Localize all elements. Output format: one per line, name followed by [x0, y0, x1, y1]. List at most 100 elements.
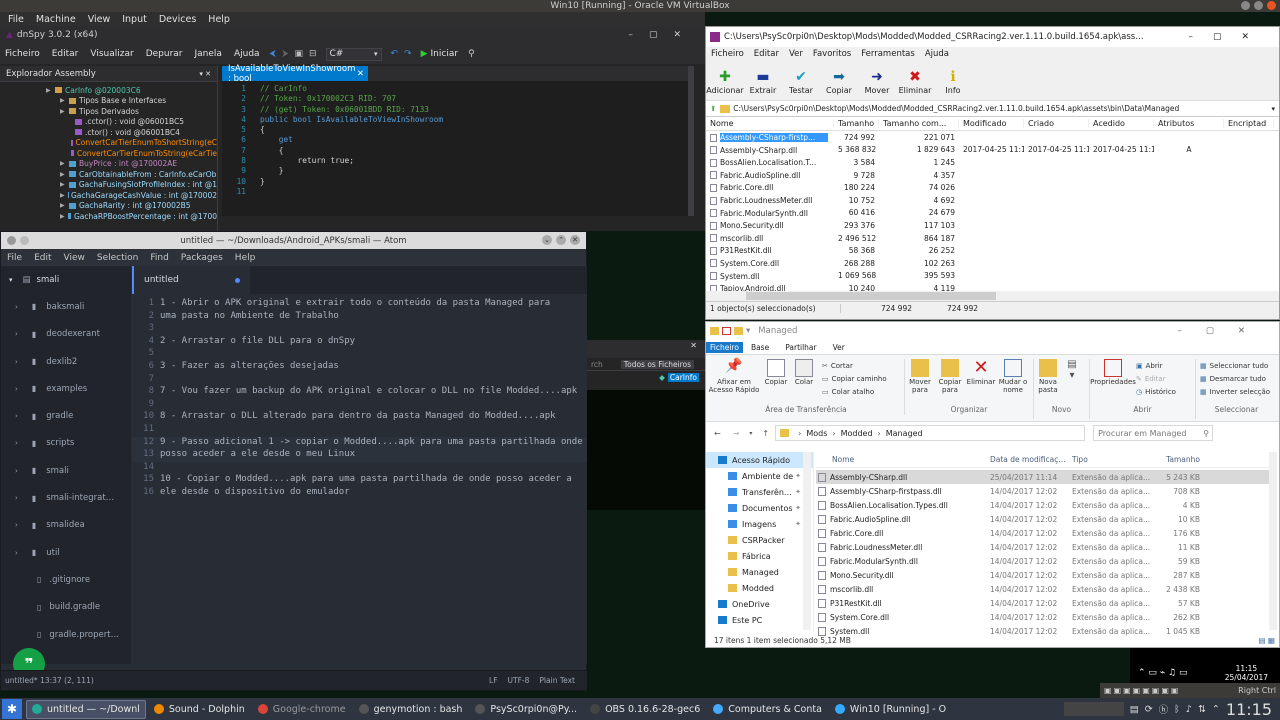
new-folder-button[interactable]: Nova pasta — [1034, 359, 1062, 394]
nav-item[interactable]: Imagens ✦ — [706, 516, 813, 532]
back-icon[interactable]: ← — [714, 429, 721, 438]
taskbar-item[interactable]: Computers & Conta — [708, 700, 827, 719]
toolbar-extrair-button[interactable]: ▬ Extrair — [744, 67, 782, 95]
select-all-button[interactable]: ▦ Seleccionar tudo — [1200, 359, 1277, 372]
tree-item[interactable]: ▶ CarObtainableFrom : CarInfo.eCarOb — [0, 169, 217, 180]
tree-item[interactable]: ▶ BuyPrice : int @170002AE — [0, 159, 217, 170]
vbox-menu-item[interactable]: File — [8, 14, 24, 25]
file-row[interactable]: Fabric.AudioSpline.dll 14/04/2017 12:02 Ex… — [816, 512, 1271, 526]
editor-line[interactable]: 16 ele desde o dispositivo do emulador — [132, 487, 587, 500]
taskbar-item[interactable]: Sound - Dolphin — [149, 700, 250, 719]
file-row[interactable]: Fabric.ModularSynth.dll 60 416 24 679 — [706, 206, 1279, 220]
volume-icon[interactable]: ♪ — [1186, 704, 1192, 715]
tree-folder[interactable]: › ▮ smalidea — [1, 512, 131, 539]
view-toggle-icon[interactable]: ▤ ▦ — [1258, 636, 1275, 645]
update-icon[interactable]: ⟳ — [1145, 704, 1153, 715]
breadcrumb-item[interactable]: Managed — [886, 429, 923, 438]
tree-item[interactable]: ▶ CarInfo @020003C6 — [0, 85, 217, 96]
address-field[interactable]: C:\Users\PsySc0rpi0n\Desktop\Mods\Modded… — [733, 104, 1253, 113]
nav-scrollbar[interactable] — [803, 452, 811, 630]
breadcrumb-item[interactable]: Modded — [841, 429, 873, 438]
file-row[interactable]: Fabric.LoudnessMeter.dll 14/04/2017 12:02… — [816, 540, 1271, 554]
tray-expand-icon[interactable]: ⌃ — [1212, 704, 1220, 715]
file-row[interactable]: Fabric.Core.dll 180 224 74 026 — [706, 181, 1279, 194]
pin-quick-access-button[interactable]: 📌 Afixar em Acesso Rápido — [706, 358, 762, 394]
tree-folder[interactable]: › ▮ baksmali — [1, 293, 131, 320]
nav-item[interactable]: CSRPacker — [706, 532, 813, 548]
taskbar-item[interactable]: Google-chrome — [253, 700, 351, 719]
expand-icon[interactable]: ▶ — [60, 192, 65, 199]
minimize-button[interactable]: ⌄ — [542, 235, 552, 245]
nav-item[interactable]: Este PC — [706, 612, 813, 628]
expand-icon[interactable]: ▶ — [60, 108, 66, 115]
select-none-button[interactable]: ▦ Desmarcar tudo — [1200, 372, 1277, 385]
atom-menu-item[interactable]: Help — [235, 253, 256, 263]
toolbar-testar-button[interactable]: ✔ Testar — [782, 67, 820, 95]
save-icon[interactable]: ⊟ — [309, 49, 317, 59]
taskbar-item[interactable]: genymotion : bash — [354, 700, 468, 719]
undo-icon[interactable]: ↶ — [391, 49, 399, 59]
status-item[interactable]: UTF-8 — [508, 676, 530, 685]
paste-shortcut-button[interactable]: ▭ Colar atalho — [822, 385, 902, 398]
editor-line[interactable]: 9 — [132, 399, 587, 412]
expand-icon[interactable]: ▶ — [60, 202, 66, 209]
history-button[interactable]: ◷ Histórico — [1136, 385, 1194, 398]
dnspy-menu-item[interactable]: Editar — [52, 49, 79, 59]
editor-line[interactable]: 8 7 - Vou fazer um backup do APK original… — [132, 386, 587, 399]
expand-icon[interactable]: ▶ — [60, 181, 66, 188]
tree-folder[interactable]: › ▮ smali-integration-tests — [1, 484, 131, 511]
winrar-menu-item[interactable]: Favoritos — [813, 49, 851, 59]
list-scrollbar[interactable] — [1269, 452, 1277, 630]
editor-line[interactable]: 6 3 - Fazer as alterações desejadas — [132, 361, 587, 374]
dnspy-menu-item[interactable]: Ficheiro — [5, 49, 40, 59]
maximize-button[interactable]: ⌃ — [556, 235, 566, 245]
paste-button[interactable]: Colar — [790, 359, 818, 387]
tree-item[interactable]: ▶ GachaFusingSlotProfileIndex : int @1 — [0, 180, 217, 191]
search-icon[interactable]: ⚲ — [468, 49, 475, 59]
hp-icon[interactable]: ⓗ — [1159, 702, 1169, 716]
file-row[interactable]: Tapjoy.Android.dll 10 240 4 119 — [706, 282, 1279, 291]
toolbar-info-button[interactable]: ℹ Info — [934, 67, 972, 95]
delete-button[interactable]: ✕ Eliminar — [965, 359, 997, 387]
copy-to-button[interactable]: Copiar para — [935, 359, 965, 394]
bluetooth-icon[interactable]: ᛒ — [1174, 704, 1180, 715]
breadcrumb[interactable]: › Mods › Modded › Managed — [775, 425, 1086, 441]
redo-icon[interactable]: ↷ — [404, 49, 412, 59]
editor-line[interactable]: 13 posso aceder a ele desde o meu Linux — [132, 449, 587, 462]
tree-file[interactable]: ▯ gradle.properties — [1, 621, 131, 648]
editor-line[interactable]: 11 — [132, 424, 587, 437]
nav-item[interactable]: OneDrive — [706, 596, 813, 612]
dnspy-menu-item[interactable]: Visualizar — [90, 49, 133, 59]
file-row[interactable]: BossAlien.Localisation.Types.dll 14/04/20… — [816, 498, 1271, 512]
file-row[interactable]: Fabric.LoudnessMeter.dll 10 752 4 692 — [706, 193, 1279, 207]
up-icon[interactable]: ↑ — [762, 429, 769, 438]
vbox-menu-item[interactable]: Devices — [159, 14, 196, 25]
dnspy-menu-item[interactable]: Depurar — [146, 49, 183, 59]
ribbon-tab[interactable]: Ficheiro — [706, 341, 743, 353]
taskbar-item[interactable]: Win10 [Running] - O — [830, 700, 951, 719]
vbox-menu-item[interactable]: Machine — [36, 14, 76, 25]
column-header[interactable]: Tamanho — [1152, 455, 1200, 464]
ribbon-tab[interactable]: Base — [751, 343, 769, 352]
edit-button[interactable]: ✎ Editar — [1136, 372, 1194, 385]
column-header[interactable]: Criado — [1024, 119, 1089, 128]
back-icon[interactable]: ⮜ — [270, 49, 276, 59]
dnspy-menu-item[interactable]: Ajuda — [234, 49, 260, 59]
close-button[interactable]: ✕ — [570, 235, 580, 245]
properties-icon[interactable] — [722, 327, 731, 335]
tree-folder[interactable]: › ▮ dexlib2 — [1, 348, 131, 375]
network-icon[interactable]: ⇅ — [1198, 704, 1206, 715]
toolbar-copiar-button[interactable]: ➡ Copiar — [820, 67, 858, 95]
atom-menu-item[interactable]: Edit — [34, 253, 51, 263]
winrar-menu-item[interactable]: Ficheiro — [711, 49, 744, 59]
up-folder-icon[interactable]: ⬆ — [710, 104, 716, 113]
expand-icon[interactable]: ▶ — [46, 87, 52, 94]
forward-icon[interactable]: ⮞ — [282, 49, 289, 59]
dnspy-menu-item[interactable]: Janela — [195, 49, 222, 59]
properties-button[interactable]: Propriedades — [1090, 359, 1136, 387]
editor-line[interactable]: 4 2 - Arrastar o file DLL para o dnSpy — [132, 336, 587, 349]
maximize-button[interactable] — [1254, 1, 1263, 10]
minimize-button[interactable] — [1241, 1, 1250, 10]
start-button[interactable]: Iniciar — [431, 49, 459, 59]
nav-item[interactable]: Ambiente de ✦ — [706, 468, 813, 484]
